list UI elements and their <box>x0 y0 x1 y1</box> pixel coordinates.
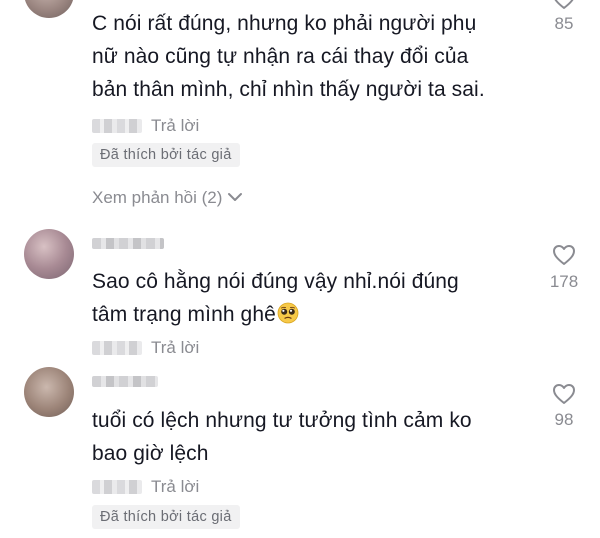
comment-date-redacted <box>92 119 142 133</box>
comment-line: C nói rất đúng, nhưng ko phải người phụ <box>92 12 477 35</box>
pleading-face-emoji <box>277 301 299 324</box>
comment-line: bao giờ lệch <box>92 442 209 465</box>
view-replies-button[interactable]: Xem phản hồi (2) <box>92 188 243 208</box>
username-redacted <box>92 238 164 249</box>
comment-line: bản thân mình, chỉ nhìn thấy người ta sa… <box>92 78 485 101</box>
comment-line: tâm trạng mình ghê <box>92 298 459 331</box>
heart-outline-icon[interactable] <box>552 244 576 271</box>
username-redacted <box>92 376 158 387</box>
view-replies-label: Xem phản hồi (2) <box>92 188 223 207</box>
like-count: 85 <box>554 14 574 33</box>
comment-text: tuổi có lệch nhưng tư tưởng tình cảm ko … <box>92 404 472 470</box>
comment-date-redacted <box>92 480 142 494</box>
reply-button[interactable]: Trả lời <box>151 477 199 497</box>
comment-section: C nói rất đúng, nhưng ko phải người phụ … <box>0 0 600 538</box>
comment-line: tuổi có lệch nhưng tư tưởng tình cảm ko <box>92 409 472 432</box>
like-count: 178 <box>549 272 579 291</box>
comment-text: Sao cô hằng nói đúng vậy nhỉ.nói đúng tâ… <box>92 265 459 331</box>
heart-outline-icon[interactable] <box>552 383 576 410</box>
liked-by-author-badge: Đã thích bởi tác giả <box>92 143 240 167</box>
comment-line: nữ nào cũng tự nhận ra cái thay đổi của <box>92 45 469 68</box>
like-count: 98 <box>554 410 574 429</box>
avatar[interactable] <box>24 229 74 279</box>
comment-line: Sao cô hằng nói đúng vậy nhỉ.nói đúng <box>92 270 459 293</box>
comment-date-redacted <box>92 341 142 355</box>
avatar[interactable] <box>24 0 74 18</box>
chevron-down-icon <box>227 187 243 207</box>
reply-button[interactable]: Trả lời <box>151 116 199 136</box>
liked-by-author-badge: Đã thích bởi tác giả <box>92 505 240 529</box>
comment-text: C nói rất đúng, nhưng ko phải người phụ … <box>92 7 485 106</box>
reply-button[interactable]: Trả lời <box>151 338 199 358</box>
avatar[interactable] <box>24 367 74 417</box>
heart-outline-icon[interactable] <box>552 0 576 15</box>
comment-line-text: tâm trạng mình ghê <box>92 303 276 326</box>
